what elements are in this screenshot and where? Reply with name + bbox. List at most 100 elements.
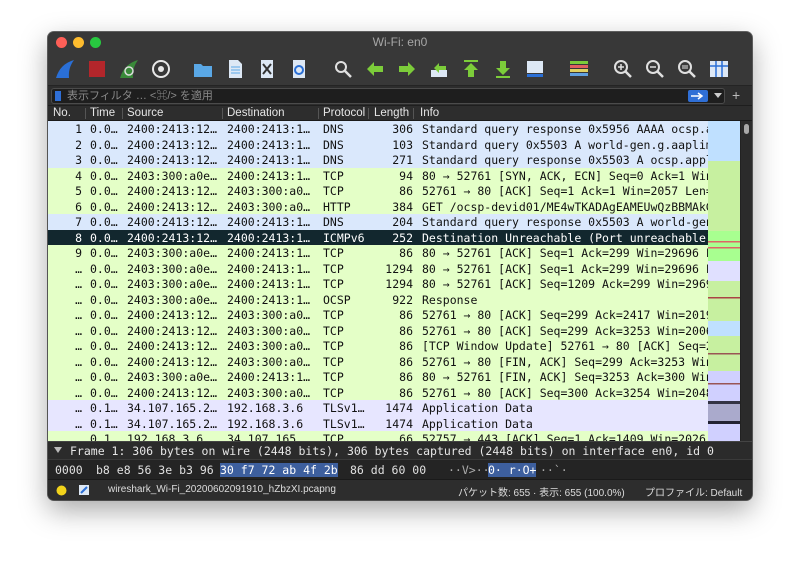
packet-row[interactable]: … 0.1… 34.107.165.2… 192.168.3.6 TLSv1… 1474 A… (48, 400, 708, 416)
packet-row[interactable]: 3 0.0… 2400:2413:12… 2400:2413:1… DNS 271 Stan… (48, 152, 708, 168)
cell-protocol: TCP (323, 432, 344, 441)
add-filter-button[interactable]: + (732, 87, 740, 103)
cell-destination: 2403:300:a0… (227, 385, 311, 400)
hex-bytes-prefix[interactable]: b8 e8 56 3e b3 96 (96, 463, 214, 477)
packet-details-pane: Frame 1: 306 bytes on wire (2448 bits), … (48, 441, 752, 459)
cell-source: 34.107.165.2… (127, 416, 218, 431)
packet-bytes-pane: 0000 b8 e8 56 3e b3 96 30 f7 72 ab 4f 2b… (48, 459, 752, 479)
packet-row[interactable]: 2 0.0… 2400:2413:12… 2400:2413:1… DNS 103 Stan… (48, 136, 708, 152)
cell-no: 4 (75, 168, 82, 183)
save-file-button[interactable] (222, 56, 248, 82)
cell-no: … (75, 308, 82, 322)
cell-length: 204 (392, 215, 413, 229)
cell-source: 2403:300:a0e… (127, 168, 218, 183)
cell-protocol: TCP (323, 168, 344, 183)
filter-history-dropdown[interactable] (712, 90, 724, 102)
cell-source: 2400:2413:12… (127, 385, 218, 400)
cell-time: 0.0… (90, 277, 118, 291)
expand-triangle-icon[interactable] (54, 447, 62, 453)
reload-file-button[interactable] (286, 56, 312, 82)
column-header-destination[interactable]: Destination (227, 107, 285, 119)
packet-row[interactable]: … 0.0… 2403:300:a0e… 2400:2413:1… TCP 1294 80 … (48, 276, 708, 292)
cell-destination: 34.107.165… (227, 432, 304, 441)
zoom-in-button[interactable] (610, 56, 636, 82)
column-header-info[interactable]: Info (420, 107, 439, 119)
colorize-button[interactable] (566, 56, 592, 82)
capture-options-button[interactable] (148, 56, 174, 82)
go-first-button[interactable] (458, 56, 484, 82)
start-capture-button[interactable] (52, 56, 78, 82)
cell-no: … (75, 432, 82, 441)
cell-info: Standard query 0x5503 A world-gen.g.aapl… (422, 137, 708, 152)
packet-row[interactable]: … 0.0… 2400:2413:12… 2403:300:a0… TCP 86 52761… (48, 384, 708, 400)
packet-row[interactable]: … 0.0… 2400:2413:12… 2403:300:a0… TCP 86 52761… (48, 353, 708, 369)
cell-length: 86 (399, 370, 413, 384)
open-file-button[interactable] (190, 56, 216, 82)
column-header-no[interactable]: No. (53, 107, 71, 119)
packet-row[interactable]: … 0.0… 2403:300:a0e… 2400:2413:1… OCSP 922 Res… (48, 291, 708, 307)
zoom-out-button[interactable] (642, 56, 668, 82)
packet-row[interactable]: … 0.0… 2403:300:a0e… 2400:2413:1… TCP 1294 80 … (48, 260, 708, 276)
cell-length: 94 (399, 168, 413, 183)
packet-list: 1 0.0… 2400:2413:12… 2400:2413:1… DNS 306 Stan… (48, 121, 708, 441)
cell-destination: 2403:300:a0… (227, 339, 311, 353)
cell-length: 922 (392, 292, 413, 307)
packet-row[interactable]: 9 0.0… 2403:300:a0e… 2400:2413:1… TCP 86 80 → … (48, 245, 708, 261)
ascii-prefix[interactable]: ··V>·· (448, 463, 490, 477)
packet-row-selected[interactable]: 8 0.0… 2400:2413:12… 2400:2413:1… ICMPv6 252 D… (48, 229, 708, 245)
find-packet-button[interactable] (330, 56, 356, 82)
expert-info-icon[interactable] (56, 485, 67, 496)
frame-summary[interactable]: Frame 1: 306 bytes on wire (2448 bits), … (70, 444, 714, 458)
capture-comment-icon[interactable] (78, 484, 90, 496)
restart-capture-button[interactable] (116, 56, 142, 82)
packet-minimap[interactable] (708, 121, 740, 441)
display-filter-input[interactable] (67, 89, 667, 103)
go-forward-button[interactable] (394, 56, 420, 82)
autoscroll-button[interactable] (522, 56, 548, 82)
normal-size-button[interactable] (674, 56, 700, 82)
cell-destination: 2403:300:a0… (227, 199, 311, 214)
hex-bytes-suffix[interactable]: 86 dd 60 00 (350, 463, 426, 477)
packet-row[interactable]: 1 0.0… 2400:2413:12… 2400:2413:1… DNS 306 Stan… (48, 121, 708, 137)
cell-info: Destination Unreachable (Port unreachabl… (422, 230, 708, 245)
packet-row[interactable]: 7 0.0… 2400:2413:12… 2400:2413:1… DNS 204 Stan… (48, 214, 708, 230)
column-header-length[interactable]: Length (374, 107, 409, 119)
packet-list-scrollbar[interactable] (740, 121, 752, 441)
column-header-time[interactable]: Time (90, 107, 115, 119)
cell-destination: 2400:2413:1… (227, 261, 311, 276)
cell-time: 0.0… (90, 153, 118, 167)
profile-label[interactable]: プロファイル: Default (645, 484, 742, 499)
packet-row[interactable]: … 0.0… 2403:300:a0e… 2400:2413:1… TCP 86 80 → … (48, 369, 708, 385)
cell-no: … (75, 370, 82, 384)
ascii-suffix[interactable]: ··`· (540, 463, 568, 477)
packet-row[interactable]: … 0.0… 2400:2413:12… 2403:300:a0… TCP 86 52761… (48, 307, 708, 323)
go-to-packet-button[interactable] (426, 56, 452, 82)
packet-row[interactable]: 6 0.0… 2400:2413:12… 2403:300:a0… HTTP 384 GET… (48, 198, 708, 214)
cell-length: 306 (392, 122, 413, 136)
close-file-button[interactable] (254, 56, 280, 82)
hex-offset: 0000 (55, 463, 83, 477)
packet-row[interactable]: … 0.1… 192.168.3.6 34.107.165… TCP 66 52757 → … (48, 431, 708, 441)
cell-destination: 2400:2413:1… (227, 168, 311, 183)
ascii-selected[interactable]: 0· r·O+ (488, 463, 537, 477)
column-header-protocol[interactable]: Protocol (323, 107, 365, 119)
packet-row[interactable]: … 0.0… 2400:2413:12… 2403:300:a0… TCP 86 52761… (48, 322, 708, 338)
cell-time: 0.0… (90, 323, 118, 338)
column-header-source[interactable]: Source (127, 107, 163, 119)
cell-protocol: TLSv1… (323, 401, 365, 415)
packet-row[interactable]: … 0.1… 34.107.165.2… 192.168.3.6 TLSv1… 1474 A… (48, 415, 708, 431)
stop-capture-button[interactable] (84, 56, 110, 82)
packet-row[interactable]: … 0.0… 2400:2413:12… 2403:300:a0… TCP 86 [TCP … (48, 338, 708, 354)
go-back-button[interactable] (362, 56, 388, 82)
hex-bytes-selected[interactable]: 30 f7 72 ab 4f 2b (220, 463, 338, 477)
packet-row[interactable]: 5 0.0… 2400:2413:12… 2403:300:a0… TCP 86 52761… (48, 183, 708, 199)
filter-bookmark-icon[interactable] (55, 91, 61, 101)
resize-columns-button[interactable] (706, 56, 732, 82)
cell-time: 0.0… (90, 137, 118, 152)
apply-filter-button[interactable] (688, 90, 708, 102)
scrollbar-thumb[interactable] (744, 124, 749, 134)
cell-protocol: DNS (323, 137, 344, 152)
packet-row[interactable]: 4 0.0… 2403:300:a0e… 2400:2413:1… TCP 94 80 → … (48, 167, 708, 183)
go-last-button[interactable] (490, 56, 516, 82)
cell-destination: 2403:300:a0… (227, 323, 311, 338)
